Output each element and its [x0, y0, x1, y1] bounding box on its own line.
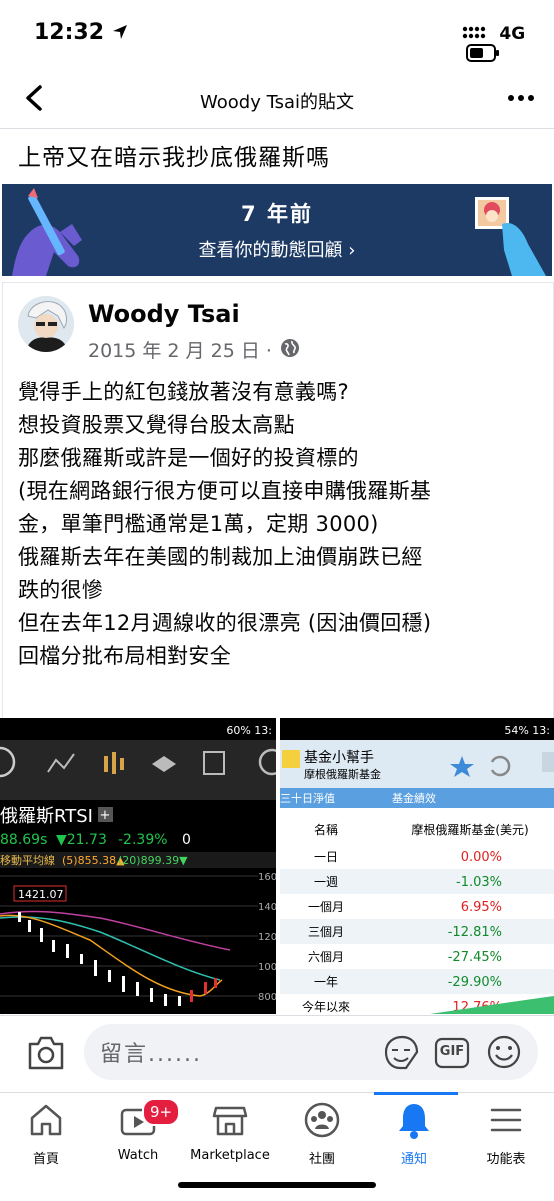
fund-row-label: 今年以來: [302, 999, 350, 1014]
post-text-line: 但在去年12月週線收的很漂亮 (因油價回穩): [18, 611, 432, 635]
tab-label: 通知: [400, 1152, 427, 1167]
tab-groups[interactable]: 社團: [276, 1100, 368, 1170]
svg-text:1421.07: 1421.07: [18, 888, 64, 901]
fund-row-label: 三個月: [308, 925, 344, 939]
globe-icon: [281, 339, 299, 357]
svg-text:160: 160: [258, 872, 276, 883]
fund-row-label: 六個月: [308, 950, 344, 964]
chart-change: ▼21.73: [56, 832, 107, 848]
tab-notifications[interactable]: 通知: [368, 1100, 460, 1170]
tab-label: Marketplace: [190, 1148, 270, 1163]
cellular-signal-icon: [462, 26, 486, 39]
battery-icon: [466, 44, 499, 62]
home-icon: [30, 1104, 62, 1136]
svg-text:800: 800: [258, 992, 276, 1003]
fund-name: 摩根俄羅斯基金: [304, 767, 381, 781]
shop-icon: [212, 1106, 248, 1136]
tab-marketplace[interactable]: Marketplace: [184, 1100, 276, 1170]
groups-icon: [304, 1102, 340, 1138]
fund-row-label: 一週: [314, 875, 338, 889]
chart-symbol: 俄羅斯RTSI: [0, 806, 93, 827]
tab-label: 首頁: [32, 1152, 59, 1167]
fund-row-value: -1.03%: [456, 875, 502, 890]
fund-row-label: 一個月: [308, 900, 344, 914]
tab-home[interactable]: 首頁: [0, 1100, 92, 1170]
comment-placeholder: 留言......: [100, 1042, 202, 1067]
fund-row-value: 6.95%: [461, 900, 502, 915]
post-date[interactable]: 2015 年 2 月 25 日 ·: [88, 336, 272, 363]
memory-banner[interactable]: 7 年前 查看你的動態回顧 ›: [2, 184, 552, 276]
status-time: 12:32: [34, 20, 128, 45]
ma-label: 移動平均線: [0, 853, 55, 867]
post-text-line: 金，單筆門檻通常是1萬，定期 3000): [18, 512, 379, 536]
avatar-image-icon: [18, 296, 74, 352]
more-options-icon[interactable]: [506, 88, 536, 108]
status-network: 4G: [462, 24, 554, 64]
fund-app-title: 基金小幫手: [304, 749, 374, 766]
svg-text:(20)899.39▼: (20)899.39▼: [118, 854, 188, 867]
home-indicator: [178, 1182, 376, 1188]
fund-row-label: 一日: [314, 850, 338, 864]
app-logo-icon: [282, 750, 300, 768]
post-text-line: 回檔分批布局相對安全: [18, 644, 231, 668]
screenshot-status: 60% 13:: [226, 724, 272, 737]
gif-button[interactable]: GIF: [434, 1036, 470, 1070]
sticker-icon[interactable]: [382, 1034, 420, 1072]
svg-text:0: 0: [182, 832, 191, 848]
post-text: 覺得手上的紅包錢放著沒有意義嗎? 想投資股票又覺得台股太高點 那麼俄羅斯或許是一…: [18, 376, 538, 673]
fund-row-value: 0.00%: [461, 850, 502, 865]
tab-watch[interactable]: Watch 9+: [92, 1098, 184, 1170]
svg-text:摩根俄羅斯基金(美元): 摩根俄羅斯基金(美元): [411, 822, 528, 837]
svg-text:名稱: 名稱: [314, 822, 338, 837]
hamburger-menu-icon: [490, 1108, 522, 1132]
svg-text:三十日淨值: 三十日淨值: [280, 791, 335, 805]
post-text-line: 想投資股票又覺得台股太高點: [18, 413, 295, 437]
camera-icon[interactable]: [26, 1034, 66, 1072]
location-arrow-icon: [112, 25, 127, 39]
svg-text:+: +: [100, 808, 111, 823]
svg-text:120: 120: [258, 932, 276, 943]
post-text-line: 那麼俄羅斯或許是一個好的投資標的: [18, 446, 359, 470]
post-photo-fund-performance[interactable]: 54% 13: 基金小幫手 摩根俄羅斯基金 三十日淨值 基金績效 名稱 摩根俄羅…: [280, 718, 554, 1014]
tab-active-indicator: [374, 1092, 458, 1095]
svg-text:140: 140: [258, 902, 276, 913]
header-divider: [0, 128, 554, 129]
notification-badge: 9+: [142, 1098, 180, 1126]
chart-price: 88.69s: [0, 832, 47, 848]
tab-menu[interactable]: 功能表: [460, 1100, 552, 1170]
post-text-line: 俄羅斯去年在美國的制裁加上油價崩跌已經: [18, 545, 423, 569]
fund-row-label: 一年: [314, 975, 338, 989]
fund-row-value: -29.90%: [448, 975, 502, 990]
tab-label: Watch: [117, 1148, 159, 1163]
fund-row-value: -12.81%: [448, 925, 502, 940]
post-photo-stock-chart[interactable]: 60% 13: 俄羅斯RTSI + 88.69s ▼21.73 -2.39% 0…: [0, 718, 276, 1014]
share-caption: 上帝又在暗示我抄底俄羅斯嗎: [18, 145, 330, 171]
post-text-line: 跌的很慘: [18, 578, 104, 602]
bell-icon: [399, 1104, 429, 1139]
tab-label: 功能表: [486, 1152, 526, 1167]
svg-text:(5)855.38▲: (5)855.38▲: [62, 854, 125, 867]
avatar[interactable]: [18, 296, 74, 352]
svg-text:54% 13:: 54% 13:: [504, 724, 550, 737]
photo-hand-illustration-icon: [473, 195, 546, 276]
svg-text:基金績效: 基金績效: [392, 791, 436, 805]
post-text-line: 覺得手上的紅包錢放著沒有意義嗎?: [18, 380, 349, 404]
post-author[interactable]: Woody Tsai: [88, 300, 240, 328]
page-title: Woody Tsai的貼文: [200, 92, 354, 113]
tab-label: 社團: [308, 1152, 335, 1167]
fund-row-value: -27.45%: [448, 950, 502, 965]
svg-text:100: 100: [258, 962, 276, 973]
chart-change-pct: -2.39%: [118, 832, 168, 848]
emoji-icon[interactable]: [486, 1034, 522, 1070]
post-text-line: (現在網路銀行很方便可以直接申購俄羅斯基: [18, 479, 432, 503]
